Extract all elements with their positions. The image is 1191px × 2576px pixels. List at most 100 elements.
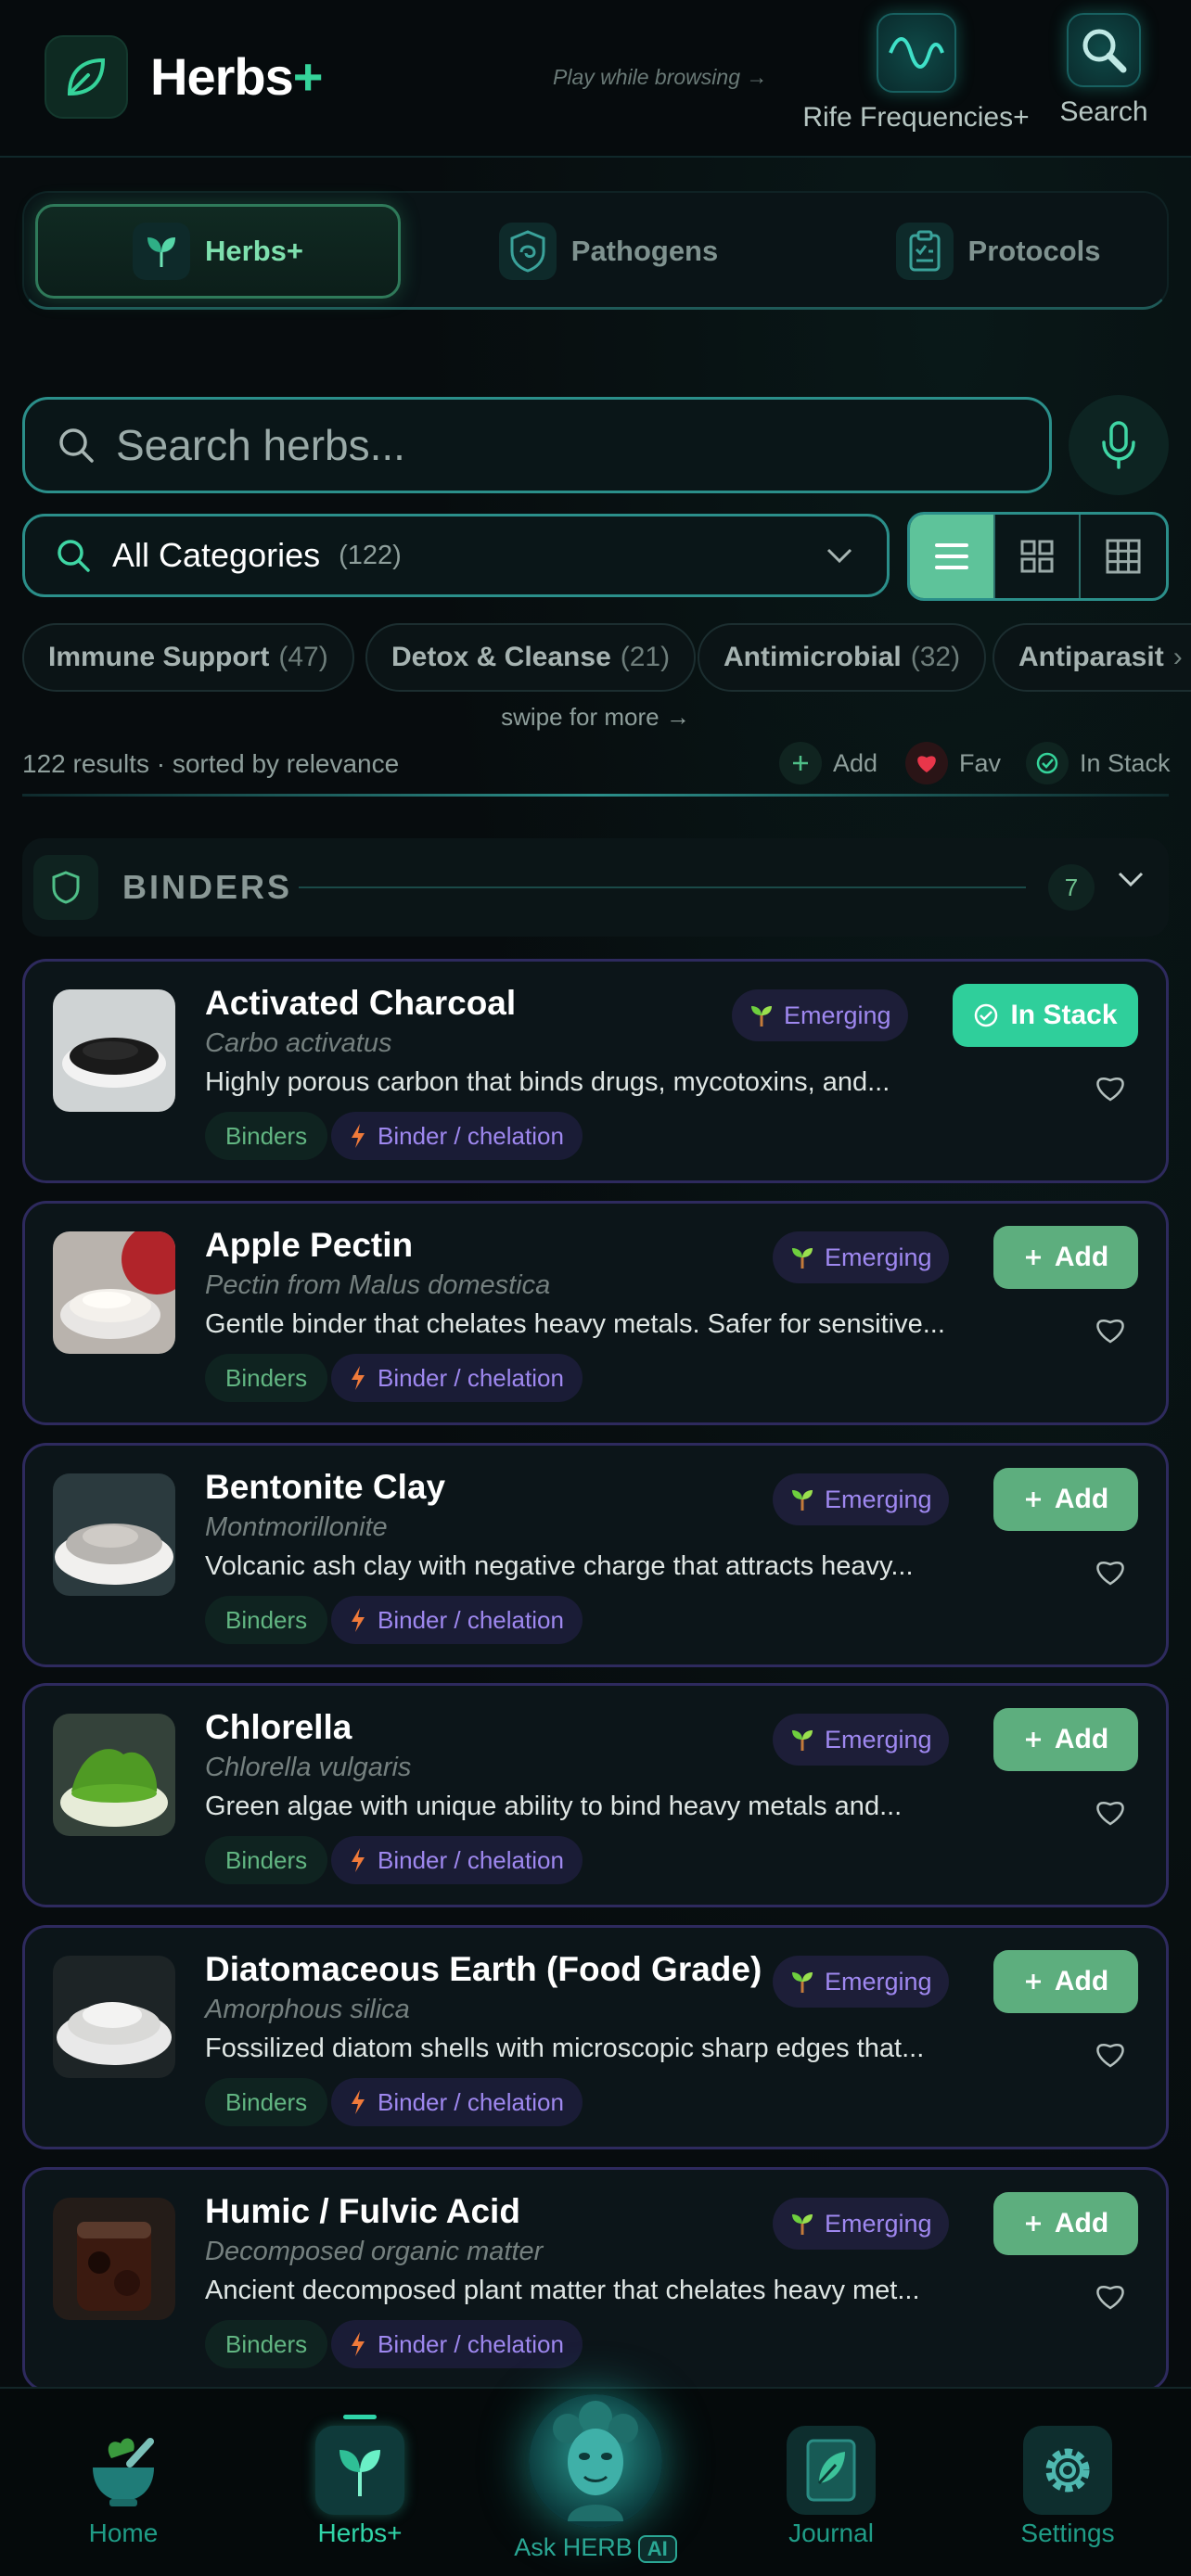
nav-journal[interactable]: Journal <box>757 2426 905 2548</box>
favorite-heart-icon[interactable] <box>1094 2281 1127 2311</box>
herb-card[interactable]: Bentonite Clay Montmorillonite Volcanic … <box>22 1443 1169 1667</box>
chip-label: Detox & Cleanse <box>391 642 611 672</box>
herb-card[interactable]: Apple Pectin Pectin from Malus domestica… <box>22 1201 1169 1425</box>
mechanism-label: Binder / chelation <box>378 1845 564 1874</box>
mechanism-tag[interactable]: Binder / chelation <box>331 1836 583 1884</box>
heart-icon <box>905 742 948 784</box>
tab-herbs[interactable]: Herbs+ <box>35 204 401 299</box>
grid-2x2-icon <box>1019 539 1055 574</box>
herb-card[interactable]: Chlorella Chlorella vulgaris Green algae… <box>22 1683 1169 1907</box>
microphone-icon <box>1098 420 1139 470</box>
herb-description: Ancient decomposed plant matter that che… <box>205 2276 920 2305</box>
section-header-binders[interactable]: BINDERS 7 <box>22 838 1169 937</box>
microphone-button[interactable] <box>1069 395 1169 495</box>
results-summary: 122 results · sorted by relevance <box>22 749 400 778</box>
category-search-icon <box>55 537 92 574</box>
chip-count: (32) <box>910 642 961 672</box>
lightning-icon <box>350 1607 366 1633</box>
nav-settings[interactable]: Settings <box>993 2426 1142 2548</box>
herb-description: Highly porous carbon that binds drugs, m… <box>205 1067 890 1097</box>
compact-grid-view-button[interactable] <box>1081 515 1166 598</box>
chip-antimicrobial[interactable]: Antimicrobial (32) <box>698 623 987 692</box>
action-label: Add <box>1054 1242 1109 1272</box>
main-tabs: Herbs+ Pathogens Protocols <box>22 191 1169 310</box>
mechanism-label: Binder / chelation <box>378 1121 564 1150</box>
legend-add: Add <box>779 742 877 784</box>
nav-herbs[interactable]: Herbs+ <box>286 2415 434 2548</box>
chip-antiparasitic[interactable]: Antiparasit › <box>992 623 1191 692</box>
herb-description: Volcanic ash clay with negative charge t… <box>205 1551 914 1581</box>
action-label: Add <box>1054 1484 1109 1514</box>
favorite-heart-icon[interactable] <box>1094 1797 1127 1827</box>
favorite-heart-icon[interactable] <box>1094 1557 1127 1587</box>
tab-protocols[interactable]: Protocols <box>859 204 1137 299</box>
in-stack-button[interactable]: In Stack <box>953 984 1138 1047</box>
category-tag[interactable]: Binders <box>205 2078 328 2126</box>
category-tag[interactable]: Binders <box>205 1836 328 1884</box>
app-title: Herbs+ <box>150 46 323 107</box>
plus-icon <box>1023 1247 1044 1268</box>
add-button[interactable]: Add <box>993 1468 1138 1531</box>
add-button[interactable]: Add <box>993 1950 1138 2013</box>
category-select[interactable]: All Categories (122) <box>22 514 890 597</box>
add-button[interactable]: Add <box>993 1226 1138 1289</box>
ai-badge: AI <box>637 2535 677 2563</box>
favorite-heart-icon[interactable] <box>1094 1073 1127 1103</box>
herb-name: Bentonite Clay <box>205 1468 446 1506</box>
shield-icon <box>33 855 98 920</box>
herb-card[interactable]: Activated Charcoal Carbo activatus Highl… <box>22 959 1169 1183</box>
list-view-button[interactable] <box>910 515 995 598</box>
chip-more-indicator: › <box>1172 642 1183 672</box>
chip-detox-cleanse[interactable]: Detox & Cleanse (21) <box>365 623 697 692</box>
nav-home[interactable]: Home <box>49 2426 198 2548</box>
herb-latin-name: Carbo activatus <box>205 1028 392 1058</box>
legend-add-label: Add <box>833 748 878 777</box>
category-count: (122) <box>339 540 402 570</box>
category-selected: All Categories <box>112 536 321 574</box>
favorite-heart-icon[interactable] <box>1094 2039 1127 2069</box>
add-button[interactable]: Add <box>993 1708 1138 1771</box>
mechanism-label: Binder / chelation <box>378 1605 564 1634</box>
herb-name: Diatomaceous Earth (Food Grade) <box>205 1950 762 1988</box>
herb-name: Activated Charcoal <box>205 984 517 1022</box>
mechanism-tag[interactable]: Binder / chelation <box>331 1354 583 1402</box>
herb-card[interactable]: Humic / Fulvic Acid Decomposed organic m… <box>22 2167 1169 2391</box>
category-tag[interactable]: Binders <box>205 2320 328 2368</box>
active-indicator <box>343 2415 377 2419</box>
grid-view-button[interactable] <box>995 515 1081 598</box>
sprout-icon <box>789 1727 815 1753</box>
action-label: In Stack <box>1010 1000 1118 1030</box>
rife-frequencies-button[interactable]: Rife Frequencies+ <box>798 13 1034 143</box>
mechanism-tag[interactable]: Binder / chelation <box>331 2320 583 2368</box>
tab-pathogens[interactable]: Pathogens <box>469 204 748 299</box>
category-tag[interactable]: Binders <box>205 1354 328 1402</box>
mechanism-tag[interactable]: Binder / chelation <box>331 1596 583 1644</box>
nav-home-label: Home <box>88 2519 159 2547</box>
herb-description: Gentle binder that chelates heavy metals… <box>205 1309 945 1339</box>
journal-book-icon <box>787 2426 876 2515</box>
plus-icon <box>1023 1729 1044 1750</box>
status-label: Emerging <box>825 2209 932 2238</box>
chip-count: (21) <box>620 642 671 672</box>
add-button[interactable]: Add <box>993 2192 1138 2255</box>
header-search-button[interactable]: Search <box>1057 13 1150 143</box>
chip-immune-support[interactable]: Immune Support (47) <box>22 623 354 692</box>
chevron-down-icon[interactable] <box>1117 870 1145 888</box>
herb-leaves-icon <box>133 223 190 280</box>
favorite-heart-icon[interactable] <box>1094 1315 1127 1345</box>
ask-herb-ai-button[interactable]: Ask HERB AI <box>482 2374 709 2576</box>
search-input[interactable] <box>116 420 951 470</box>
sprout-icon <box>789 2211 815 2237</box>
waveform-icon <box>876 13 956 93</box>
status-label: Emerging <box>825 1243 932 1271</box>
sprout-icon <box>749 1002 775 1028</box>
leaf-logo-icon[interactable] <box>45 35 128 119</box>
ai-avatar-icon <box>529 2394 662 2528</box>
herb-card[interactable]: Diatomaceous Earth (Food Grade) Amorphou… <box>22 1925 1169 2149</box>
category-tag[interactable]: Binders <box>205 1596 328 1644</box>
mechanism-tag[interactable]: Binder / chelation <box>331 1112 583 1160</box>
swipe-hint: swipe for more → <box>501 703 690 731</box>
herb-leaves-icon <box>315 2426 404 2515</box>
category-tag[interactable]: Binders <box>205 1112 328 1160</box>
mechanism-tag[interactable]: Binder / chelation <box>331 2078 583 2126</box>
